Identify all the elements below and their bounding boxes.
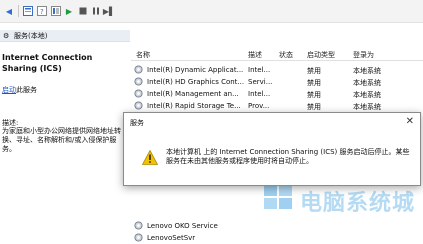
table-row[interactable]: Intel(R) HD Graphics Cont... Servi... 禁用… bbox=[131, 76, 423, 88]
toolbar: ◀ ? ▶ ▶▌ bbox=[0, 0, 423, 23]
column-header-name[interactable]: 名称 bbox=[136, 50, 150, 60]
start-service-icon[interactable]: ▶ bbox=[64, 6, 74, 16]
service-error-dialog: 服务 ✕ 本地计算机 上的 Internet Connection Sharin… bbox=[123, 112, 421, 186]
watermark-text: 电脑系统城 bbox=[300, 191, 416, 216]
row-name: Intel(R) Dynamic Applicat... bbox=[147, 66, 244, 74]
start-service-suffix: 此服务 bbox=[16, 86, 37, 94]
left-panel-header: ⚙ 服务(本地) bbox=[0, 30, 130, 42]
back-icon[interactable]: ◀ bbox=[4, 6, 14, 16]
column-headers: 名称 描述 状态 启动类型 登录为 bbox=[131, 48, 423, 61]
service-gear-icon bbox=[134, 101, 143, 110]
row-name: Intel(R) Rapid Storage Te... bbox=[147, 102, 241, 110]
start-service-link[interactable]: 启动 bbox=[2, 86, 16, 94]
restart-service-icon[interactable]: ▶▌ bbox=[103, 6, 115, 16]
row-name: Intel(R) HD Graphics Cont... bbox=[147, 78, 245, 86]
table-row[interactable]: Intel(R) Dynamic Applicat... Intel... 禁用… bbox=[131, 64, 423, 76]
pause-service-icon[interactable] bbox=[91, 6, 101, 16]
row-description: Prov... bbox=[248, 102, 270, 110]
view-icon[interactable] bbox=[51, 6, 61, 16]
column-header-description[interactable]: 描述 bbox=[248, 50, 262, 60]
table-row[interactable]: Intel(R) Rapid Storage Te... Prov... 禁用 … bbox=[131, 100, 423, 112]
service-gear-icon bbox=[134, 233, 143, 242]
warning-icon bbox=[142, 150, 158, 165]
dialog-message: 本地计算机 上的 Internet Connection Sharing (IC… bbox=[166, 148, 410, 165]
row-description: Servi... bbox=[248, 78, 273, 86]
row-description: Intel... bbox=[248, 66, 271, 74]
row-description: Intel... bbox=[248, 90, 271, 98]
row-logon-as: 本地系统 bbox=[353, 79, 381, 87]
table-row[interactable]: Lenovo OKO Service bbox=[131, 220, 423, 232]
description-text: 为家庭和小型办公网络提供网络地址转换、寻址、名称解析和/或入侵保护服务。 bbox=[2, 127, 121, 153]
column-header-status[interactable]: 状态 bbox=[279, 50, 293, 60]
row-name: Lenovo OKO Service bbox=[147, 222, 218, 230]
service-gear-icon bbox=[134, 221, 143, 230]
row-logon-as: 本地系统 bbox=[353, 91, 381, 99]
row-startup-type: 禁用 bbox=[307, 103, 321, 111]
column-header-startup-type[interactable]: 启动类型 bbox=[307, 50, 335, 60]
row-logon-as: 本地系统 bbox=[353, 67, 381, 75]
left-panel-header-label: 服务(本地) bbox=[14, 32, 48, 40]
table-row[interactable]: Intel(R) Management an... Intel... 禁用 本地… bbox=[131, 88, 423, 100]
svg-text:?: ? bbox=[40, 8, 44, 16]
row-logon-as: 本地系统 bbox=[353, 103, 381, 111]
help-icon[interactable]: ? bbox=[37, 6, 47, 16]
column-header-logon-as[interactable]: 登录为 bbox=[353, 50, 374, 60]
service-title: Internet Connection Sharing (ICS) bbox=[2, 53, 93, 73]
row-startup-type: 禁用 bbox=[307, 91, 321, 99]
dialog-title: 服务 bbox=[130, 119, 144, 127]
row-name: Intel(R) Management an... bbox=[147, 90, 239, 98]
watermark-logo-icon bbox=[264, 185, 292, 209]
start-service-link-row: 启动此服务 bbox=[2, 85, 37, 95]
toolbar-separator bbox=[18, 5, 19, 17]
table-row[interactable]: LenovoSetSvr bbox=[131, 232, 423, 244]
row-startup-type: 禁用 bbox=[307, 67, 321, 75]
service-gear-icon bbox=[134, 77, 143, 86]
stop-service-icon[interactable] bbox=[78, 6, 88, 16]
row-startup-type: 禁用 bbox=[307, 79, 321, 87]
gear-icon: ⚙ bbox=[3, 32, 10, 40]
service-gear-icon bbox=[134, 65, 143, 74]
properties-icon[interactable] bbox=[23, 6, 33, 16]
close-icon[interactable]: ✕ bbox=[406, 116, 414, 127]
row-name: LenovoSetSvr bbox=[147, 234, 196, 242]
service-gear-icon bbox=[134, 89, 143, 98]
